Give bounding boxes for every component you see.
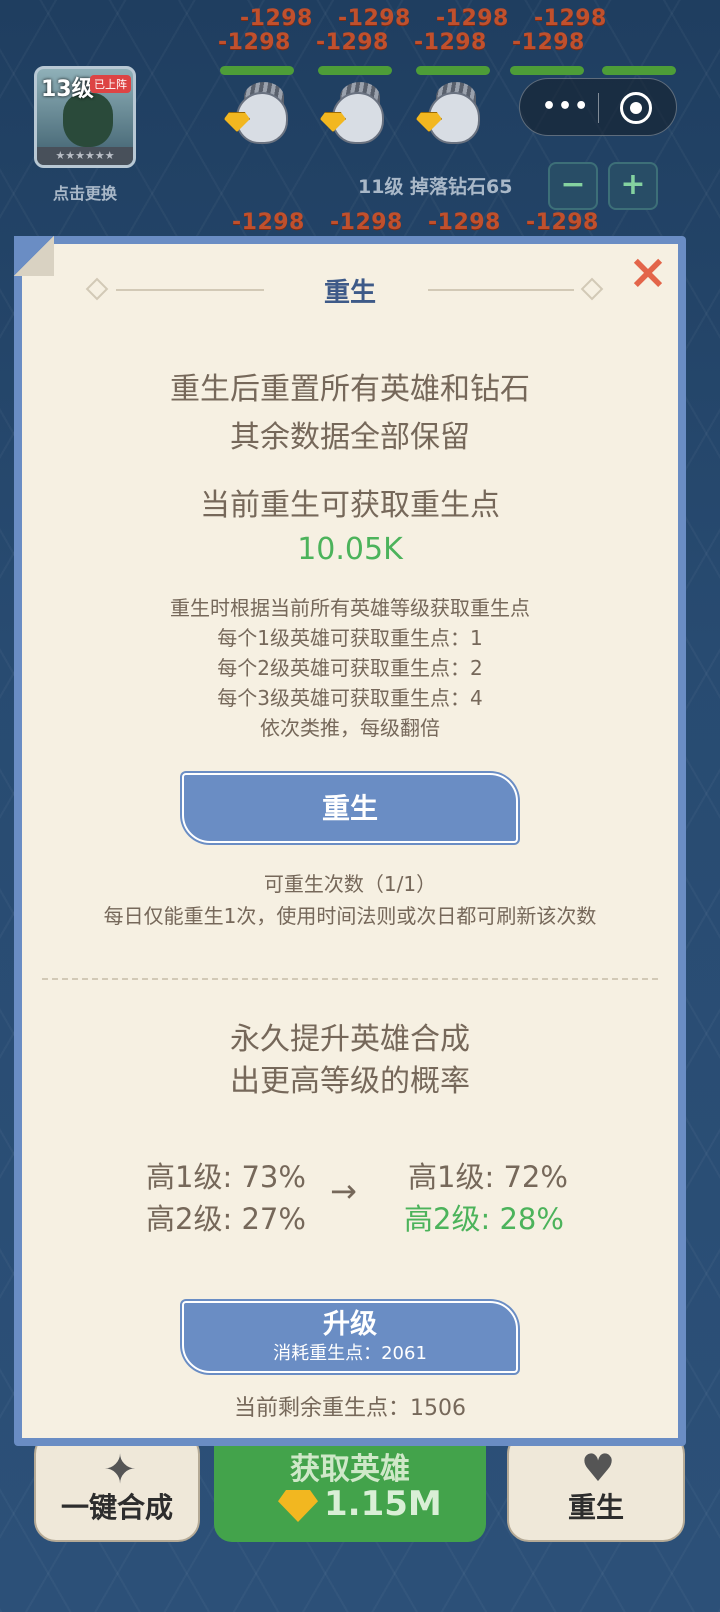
- close-icon[interactable]: ×: [624, 248, 672, 296]
- rebirth-tab-label: 重生: [567, 1491, 624, 1524]
- title-divider: [428, 289, 574, 291]
- upgrade-heading: 出更高等级的概率: [230, 1064, 470, 1099]
- damage-number: -1298: [240, 6, 313, 31]
- damage-number: -1298: [232, 210, 305, 235]
- points-heading: 当前重生可获取重生点: [200, 488, 500, 523]
- damage-number: -1298: [512, 30, 585, 55]
- dialog-title: 重生: [323, 278, 376, 308]
- points-value: 10.05K: [297, 532, 403, 567]
- damage-number: -1298: [338, 6, 411, 31]
- rebirth-note: 每日仅能重生1次，使用时间法则或次日都可刷新该次数: [103, 904, 597, 928]
- upgrade-button[interactable]: 升级 消耗重生点：2061: [182, 1301, 518, 1373]
- hero-card[interactable]: 13级 已上阵 ★★★★★★: [34, 66, 136, 168]
- merge-label: 一键合成: [60, 1491, 173, 1524]
- upgrade-cost: 消耗重生点：2061: [273, 1343, 427, 1364]
- hedgehog-enemy: [318, 82, 388, 150]
- hedgehog-enemy: [222, 82, 292, 150]
- rebirth-button[interactable]: 重生: [182, 773, 518, 843]
- rule-line: 重生时根据当前所有英雄等级获取重生点: [170, 596, 530, 620]
- enemy-hp-bar: [318, 66, 392, 75]
- drop-info: 11级 掉落钻石65: [358, 176, 513, 198]
- enemy-hp-bar: [416, 66, 490, 75]
- remaining-points: 当前剩余重生点：1506: [234, 1396, 466, 1421]
- current-prob-level1: 高1级: 73%: [146, 1160, 306, 1194]
- damage-number: -1298: [534, 6, 607, 31]
- more-dots-icon[interactable]: •••: [542, 96, 590, 118]
- enemy-hp-bar: [602, 66, 676, 75]
- intro-line: 重生后重置所有英雄和钻石: [170, 372, 530, 407]
- arrow-right-icon: →: [330, 1172, 357, 1210]
- rule-line: 每个2级英雄可获取重生点：2: [217, 656, 483, 680]
- get-hero-cost: 1.15M: [324, 1484, 442, 1524]
- damage-number: -1298: [526, 210, 599, 235]
- minus-button[interactable]: −: [548, 162, 598, 210]
- hero-level: 13级: [41, 77, 94, 102]
- next-prob-level1: 高1级: 72%: [408, 1160, 568, 1194]
- swap-hero-label[interactable]: 点击更换: [30, 180, 140, 204]
- one-click-merge-button[interactable]: ✦ 一键合成: [34, 1432, 200, 1542]
- upgrade-button-label: 升级: [323, 1309, 377, 1340]
- rule-line: 每个1级英雄可获取重生点：1: [217, 626, 483, 650]
- intro-line: 其余数据全部保留: [230, 420, 470, 455]
- enemy-hp-bar: [510, 66, 584, 75]
- deployed-tag: 已上阵: [90, 75, 131, 93]
- capsule-divider: [598, 93, 599, 123]
- damage-number: -1298: [330, 210, 403, 235]
- hedgehog-enemy: [414, 82, 484, 150]
- damage-number: -1298: [428, 210, 501, 235]
- damage-number: -1298: [316, 30, 389, 55]
- hero-stars: ★★★★★★: [37, 147, 133, 165]
- damage-number: -1298: [218, 30, 291, 55]
- rebirth-count: 可重生次数（1/1）: [263, 872, 437, 896]
- miniprogram-capsule: •••: [519, 78, 677, 136]
- section-divider: [42, 978, 658, 980]
- damage-number: -1298: [436, 6, 509, 31]
- current-prob-level2: 高2级: 27%: [146, 1202, 306, 1236]
- title-divider: [116, 289, 264, 291]
- rule-line: 每个3级英雄可获取重生点：4: [217, 686, 483, 710]
- target-icon[interactable]: [620, 92, 652, 124]
- damage-number: -1298: [414, 30, 487, 55]
- corner-fold-decoration: [14, 236, 54, 276]
- diamond-icon: [278, 1490, 318, 1522]
- rule-line: 依次类推，每级翻倍: [260, 716, 440, 740]
- rebirth-tab-button[interactable]: ♥ 重生: [507, 1432, 685, 1542]
- upgrade-heading: 永久提升英雄合成: [230, 1022, 470, 1057]
- hands-heart-icon: ♥: [580, 1446, 616, 1490]
- get-hero-label: 获取英雄: [290, 1452, 410, 1487]
- enemy-hp-bar: [220, 66, 294, 75]
- next-prob-level2: 高2级: 28%: [404, 1202, 564, 1236]
- get-hero-button[interactable]: 获取英雄 1.15M: [214, 1440, 486, 1542]
- plus-button[interactable]: +: [608, 162, 658, 210]
